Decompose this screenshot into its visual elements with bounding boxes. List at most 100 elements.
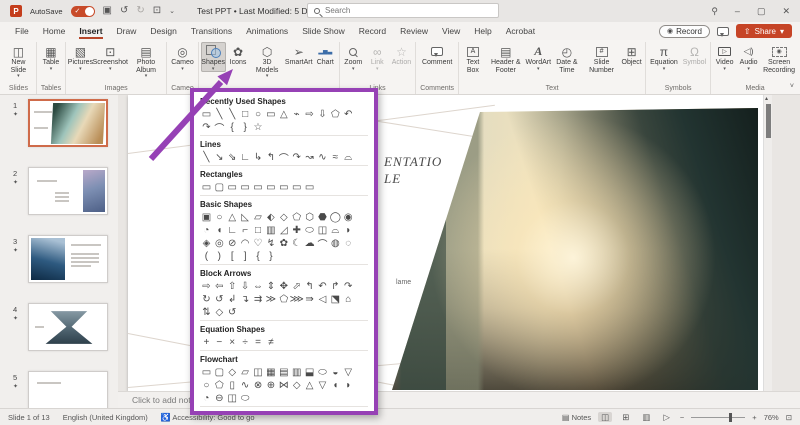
collapse-ribbon-icon[interactable]: ˅ [790, 83, 794, 90]
shape-glyph[interactable]: ⌓ [342, 151, 355, 164]
slideshow-button[interactable]: ▷ [660, 412, 673, 423]
shape-glyph[interactable]: ⬭ [303, 224, 316, 237]
undo-icon[interactable]: ↺ [120, 6, 128, 16]
vertical-scrollbar[interactable]: ▴ [763, 95, 772, 391]
shape-glyph[interactable]: ▱ [239, 366, 252, 379]
comments-toggle-icon[interactable] [716, 26, 729, 37]
shape-glyph[interactable]: ⊘ [226, 237, 239, 250]
shape-glyph[interactable]: ↶ [342, 108, 355, 121]
shape-glyph[interactable]: [ [226, 250, 239, 263]
chart-button[interactable]: ▂▅▃ Chart [314, 42, 337, 67]
shape-glyph[interactable]: ⌐ [239, 224, 252, 237]
shape-glyph[interactable]: ╲ [200, 151, 213, 164]
slide-thumbnail-2[interactable] [28, 167, 108, 215]
scrollbar-thumb[interactable] [766, 104, 771, 138]
shape-glyph[interactable]: ∟ [226, 224, 239, 237]
shape-glyph[interactable]: ♡ [252, 237, 265, 250]
shape-glyph[interactable]: ▭ [200, 108, 213, 121]
pictures-button[interactable]: ▧ Pictures ▾ [68, 42, 93, 72]
shape-glyph[interactable]: ⬣ [316, 211, 329, 224]
shape-glyph[interactable]: ▢ [213, 181, 226, 194]
zoom-in-button[interactable]: + [752, 413, 756, 422]
shape-glyph[interactable]: ☆ [252, 121, 265, 134]
shape-glyph[interactable]: ] [239, 250, 252, 263]
shape-glyph[interactable]: ▭ [290, 181, 303, 194]
redo-icon[interactable]: ↻ [136, 6, 144, 16]
shape-glyph[interactable]: △ [303, 379, 316, 392]
shape-glyph[interactable]: ◫ [252, 366, 265, 379]
shape-glyph[interactable]: ⌓ [329, 224, 342, 237]
shape-glyph[interactable]: ▦ [264, 366, 277, 379]
shape-glyph[interactable]: ≠ [264, 336, 277, 349]
shape-glyph[interactable]: ◯ [329, 211, 342, 224]
tab-slide-show[interactable]: Slide Show [295, 24, 352, 38]
shape-glyph[interactable]: ⌒ [213, 121, 226, 135]
shape-glyph[interactable]: + [200, 336, 213, 349]
tab-record[interactable]: Record [352, 24, 393, 38]
tab-file[interactable]: File [8, 24, 36, 38]
3d-models-button[interactable]: ⬡ 3D Models ▾ [251, 42, 284, 79]
shape-glyph[interactable]: ◇ [290, 379, 303, 392]
normal-view-button[interactable]: ◫ [598, 411, 613, 423]
shape-glyph[interactable]: ⬔ [329, 293, 342, 306]
shape-glyph[interactable]: ▢ [213, 366, 226, 379]
shape-glyph[interactable]: ⬖ [264, 211, 277, 224]
presence-pin-icon[interactable]: ⚲ [711, 6, 718, 17]
shape-glyph[interactable]: ▭ [200, 366, 213, 379]
shape-glyph[interactable]: ⇛ [303, 293, 316, 306]
shape-glyph[interactable]: ◒ [329, 366, 342, 379]
tab-animations[interactable]: Animations [239, 24, 295, 38]
shape-glyph[interactable]: ▭ [252, 181, 265, 194]
shape-glyph[interactable]: ▣ [200, 211, 213, 224]
shape-glyph[interactable]: ◁ [316, 293, 329, 306]
shape-glyph[interactable]: ⇔ [252, 280, 265, 293]
shape-glyph[interactable]: ◔ [200, 392, 213, 405]
comment-button[interactable]: Comment [420, 42, 454, 67]
shape-glyph[interactable]: ⋈ [277, 379, 290, 392]
shape-glyph[interactable]: ◎ [213, 237, 226, 250]
shape-glyph[interactable]: ↘ [213, 151, 226, 164]
record-button[interactable]: ◉ Record [659, 24, 710, 38]
shape-glyph[interactable]: ▭ [226, 181, 239, 194]
tab-home[interactable]: Home [36, 24, 73, 38]
shape-glyph[interactable]: ↰ [303, 280, 316, 293]
shapes-button[interactable]: Shapes ▾ [200, 42, 226, 72]
slide-sorter-view-button[interactable]: ⊞ [619, 412, 632, 423]
tab-review[interactable]: Review [393, 24, 435, 38]
tab-insert[interactable]: Insert [72, 24, 109, 39]
shape-glyph[interactable]: ◍ [329, 237, 342, 250]
object-button[interactable]: ⊞ Object [620, 42, 643, 67]
shape-glyph[interactable]: ↶ [316, 280, 329, 293]
shape-glyph[interactable]: ↷ [342, 280, 355, 293]
shape-glyph[interactable]: ⇨ [303, 108, 316, 121]
icons-button[interactable]: ✿ Icons [227, 42, 250, 67]
shape-glyph[interactable]: ≈ [329, 151, 342, 164]
shape-glyph[interactable]: ▯ [226, 379, 239, 392]
shape-glyph[interactable]: ○ [213, 211, 226, 224]
shape-glyph[interactable]: ⇩ [316, 108, 329, 121]
shape-glyph[interactable]: ≫ [264, 293, 277, 306]
shape-glyph[interactable]: ◖ [329, 379, 342, 392]
shape-glyph[interactable]: ∿ [316, 151, 329, 164]
shape-glyph[interactable]: ⇧ [226, 280, 239, 293]
shape-glyph[interactable]: ⋙ [290, 293, 304, 306]
shape-glyph[interactable]: ▱ [252, 211, 265, 224]
shape-glyph[interactable]: ↻ [200, 293, 213, 306]
shape-glyph[interactable]: ∿ [239, 379, 252, 392]
shape-glyph[interactable]: ⇅ [200, 306, 213, 319]
shape-glyph[interactable]: ⬓ [303, 366, 316, 379]
shape-glyph[interactable]: ↴ [239, 293, 252, 306]
minimize-icon[interactable]: – [735, 6, 740, 16]
shape-glyph[interactable]: △ [277, 108, 290, 121]
shape-glyph[interactable]: ✿ [277, 237, 290, 250]
shape-glyph[interactable]: ⌂ [342, 293, 355, 306]
shape-glyph[interactable]: □ [239, 108, 252, 121]
shape-glyph[interactable]: ↺ [226, 306, 239, 319]
shape-glyph[interactable]: { [226, 121, 239, 134]
shape-glyph[interactable]: ▭ [200, 181, 213, 194]
start-presentation-icon[interactable]: ⊡ [153, 6, 161, 16]
shape-glyph[interactable]: ⬠ [329, 108, 342, 121]
shape-glyph[interactable]: = [252, 336, 265, 349]
shape-glyph[interactable]: △ [226, 211, 239, 224]
reading-view-button[interactable]: ▥ [639, 412, 653, 423]
